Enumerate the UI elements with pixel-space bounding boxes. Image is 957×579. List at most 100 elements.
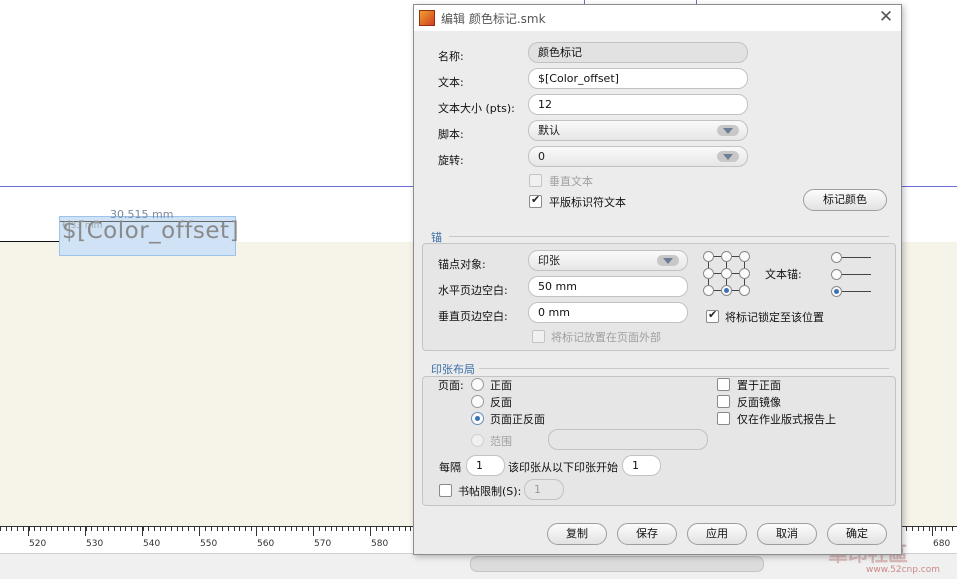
anchor-node-middle-left[interactable]	[703, 268, 714, 279]
ruler-major-tick	[85, 527, 86, 536]
ruler-tick	[17, 527, 18, 531]
anchor-object-dropdown[interactable]: 印张	[528, 250, 688, 271]
plate-id-label: 平版标识符文本	[549, 196, 626, 209]
ruler-tick	[188, 527, 189, 531]
ruler-tick	[234, 527, 235, 531]
anchor-node-top-right[interactable]	[739, 251, 750, 262]
lock-position-checkbox[interactable]	[706, 308, 719, 323]
radio-back[interactable]	[471, 395, 484, 408]
every-field[interactable]: 1	[466, 455, 505, 476]
page-label: 页面:	[438, 379, 464, 392]
horizontal-scrollbar[interactable]	[470, 556, 764, 572]
ruler-tick	[143, 527, 144, 531]
anchor-node-center[interactable]	[721, 268, 732, 279]
signature-limit-field[interactable]: 1	[524, 479, 564, 500]
radio-both-sides[interactable]	[471, 412, 484, 425]
every-label: 每隔	[439, 461, 461, 474]
start-from-field[interactable]: 1	[622, 455, 661, 476]
ruler-label: 580	[371, 539, 389, 549]
ruler-label: 560	[257, 539, 275, 549]
outside-page-checkbox[interactable]	[532, 330, 545, 343]
mark-preview-text: $[Color_offset]	[62, 218, 240, 244]
text-field[interactable]: $[Color_offset]	[528, 68, 748, 89]
close-icon[interactable]: ✕	[876, 7, 896, 27]
ruler-tick	[120, 527, 121, 531]
ruler-tick	[251, 527, 252, 531]
ruler-tick	[205, 527, 206, 531]
ruler-tick	[97, 527, 98, 531]
ruler-major-tick	[199, 527, 200, 536]
save-button[interactable]: 保存	[617, 523, 677, 545]
ruler-tick	[399, 527, 400, 531]
front-top-checkbox[interactable]	[717, 378, 730, 391]
ruler-tick	[154, 527, 155, 531]
ruler-tick	[0, 527, 1, 531]
ruler-tick	[182, 527, 183, 531]
ruler-label: 550	[200, 539, 218, 549]
text-anchor-middle[interactable]	[831, 269, 842, 280]
anchor-node-bottom-left[interactable]	[703, 285, 714, 296]
text-anchor-selector	[831, 252, 876, 297]
ruler-tick	[376, 527, 377, 531]
anchor-node-top-center[interactable]	[721, 251, 732, 262]
ruler-tick	[40, 527, 41, 531]
watermark-url: www.52cnp.com	[866, 565, 941, 575]
ruler-major-tick	[28, 527, 29, 536]
v-margin-field[interactable]: 0 mm	[528, 302, 688, 323]
range-field[interactable]	[548, 429, 708, 450]
ruler-tick	[68, 527, 69, 531]
ruler-tick	[57, 527, 58, 531]
job-report-only-checkbox[interactable]	[717, 412, 730, 425]
mark-color-button[interactable]: 标记颜色	[803, 189, 887, 211]
text-anchor-bottom[interactable]	[831, 286, 842, 297]
radio-both-sides-label: 页面正反面	[490, 413, 545, 426]
radio-range-label: 范围	[490, 435, 512, 448]
ruler-tick	[359, 527, 360, 531]
ruler-tick	[108, 527, 109, 531]
ruler-tick	[148, 527, 149, 531]
vertical-text-label: 垂直文本	[549, 175, 593, 188]
text-label: 文本:	[438, 76, 464, 89]
rotation-dropdown[interactable]: 0	[528, 146, 748, 167]
signature-limit-checkbox[interactable]	[439, 484, 452, 497]
mirror-back-label: 反面镜像	[737, 396, 781, 409]
ruler-tick	[177, 527, 178, 531]
ruler-tick	[165, 527, 166, 531]
ruler-major-tick	[256, 527, 257, 536]
ok-button[interactable]: 确定	[827, 523, 887, 545]
chevron-down-icon	[717, 151, 739, 162]
radio-front[interactable]	[471, 378, 484, 391]
ruler-tick	[946, 527, 947, 531]
section-divider	[479, 368, 889, 369]
anchor-node-middle-right[interactable]	[739, 268, 750, 279]
script-dropdown[interactable]: 默认	[528, 120, 748, 141]
sheet-edge-line	[0, 241, 60, 242]
ruler-tick	[291, 527, 292, 531]
cancel-button[interactable]: 取消	[757, 523, 817, 545]
ruler-label: 680	[933, 539, 951, 549]
apply-button[interactable]: 应用	[687, 523, 747, 545]
ruler-tick	[393, 527, 394, 531]
radio-front-label: 正面	[490, 379, 512, 392]
layout-section-title: 印张布局	[431, 363, 475, 376]
anchor-node-top-left[interactable]	[703, 251, 714, 262]
job-report-only-label: 仅在作业版式报告上	[737, 413, 836, 426]
plate-id-checkbox[interactable]	[529, 193, 542, 208]
name-field[interactable]: 颜色标记	[528, 42, 748, 63]
h-margin-field[interactable]: 50 mm	[528, 276, 688, 297]
text-anchor-top[interactable]	[831, 252, 842, 263]
mirror-back-checkbox[interactable]	[717, 395, 730, 408]
copy-button[interactable]: 复制	[547, 523, 607, 545]
ruler-tick	[103, 527, 104, 531]
anchor-node-bottom-center[interactable]	[721, 285, 732, 296]
ruler-tick	[262, 527, 263, 531]
ruler-tick	[268, 527, 269, 531]
text-size-field[interactable]: 12	[528, 94, 748, 115]
ruler-tick	[279, 527, 280, 531]
anchor-node-bottom-right[interactable]	[739, 285, 750, 296]
vertical-text-checkbox[interactable]	[529, 174, 542, 187]
ruler-tick	[296, 527, 297, 531]
ruler-tick	[29, 527, 30, 531]
radio-range[interactable]	[471, 434, 484, 447]
ruler-tick	[923, 527, 924, 531]
